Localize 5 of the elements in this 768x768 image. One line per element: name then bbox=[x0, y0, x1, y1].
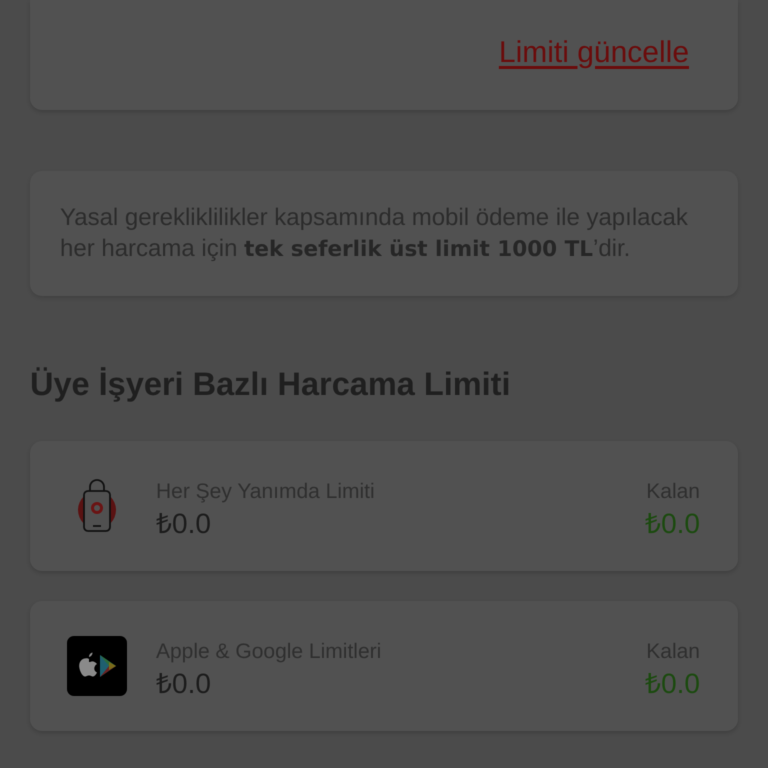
app-stores-icon bbox=[67, 636, 127, 696]
update-limit-link[interactable]: Limiti güncelle bbox=[498, 35, 689, 71]
remaining-amount: ₺0.0 bbox=[645, 667, 700, 701]
remaining-amount: ₺0.0 bbox=[645, 507, 700, 541]
shopping-bag-icon bbox=[77, 479, 117, 533]
